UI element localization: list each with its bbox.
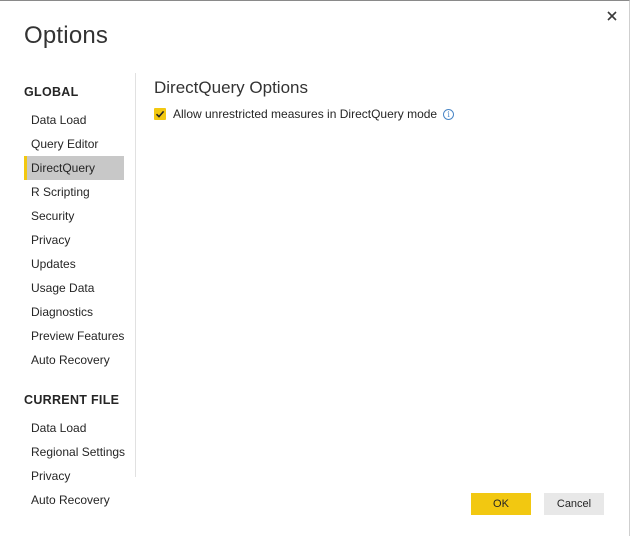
nav-item-diagnostics[interactable]: Diagnostics <box>24 300 124 324</box>
content-title: DirectQuery Options <box>154 78 308 97</box>
options-dialog: Options GLOBAL Data Load Query Editor Di… <box>0 0 630 536</box>
nav-item-security[interactable]: Security <box>24 204 124 228</box>
nav-item-updates[interactable]: Updates <box>24 252 124 276</box>
checkmark-icon <box>155 110 165 118</box>
cancel-button[interactable]: Cancel <box>544 493 604 515</box>
nav-item-regional-settings[interactable]: Regional Settings <box>24 440 125 464</box>
nav-item-global-privacy[interactable]: Privacy <box>24 228 124 252</box>
nav-item-preview-features[interactable]: Preview Features <box>24 324 124 348</box>
nav-item-query-editor[interactable]: Query Editor <box>24 132 124 156</box>
nav-item-usage-data[interactable]: Usage Data <box>24 276 124 300</box>
nav-item-global-auto-recovery[interactable]: Auto Recovery <box>24 348 124 372</box>
options-nav: GLOBAL Data Load Query Editor DirectQuer… <box>24 73 136 507</box>
nav-item-file-privacy[interactable]: Privacy <box>24 464 124 488</box>
nav-item-r-scripting[interactable]: R Scripting <box>24 180 124 204</box>
nav-item-global-data-load[interactable]: Data Load <box>24 108 124 132</box>
nav-item-file-data-load[interactable]: Data Load <box>24 416 124 440</box>
unrestricted-measures-checkbox[interactable] <box>154 108 166 120</box>
close-button[interactable] <box>604 8 620 24</box>
nav-item-directquery[interactable]: DirectQuery <box>24 156 124 180</box>
nav-section-global: GLOBAL <box>24 85 79 99</box>
ok-button[interactable]: OK <box>471 493 531 515</box>
unrestricted-measures-label[interactable]: Allow unrestricted measures in DirectQue… <box>173 107 437 121</box>
dialog-title: Options <box>24 22 109 49</box>
info-icon[interactable]: i <box>443 108 455 120</box>
nav-item-file-auto-recovery[interactable]: Auto Recovery <box>24 488 124 512</box>
close-icon <box>607 11 617 21</box>
nav-section-current-file: CURRENT FILE <box>24 393 120 407</box>
option-unrestricted-measures: Allow unrestricted measures in DirectQue… <box>154 106 455 122</box>
